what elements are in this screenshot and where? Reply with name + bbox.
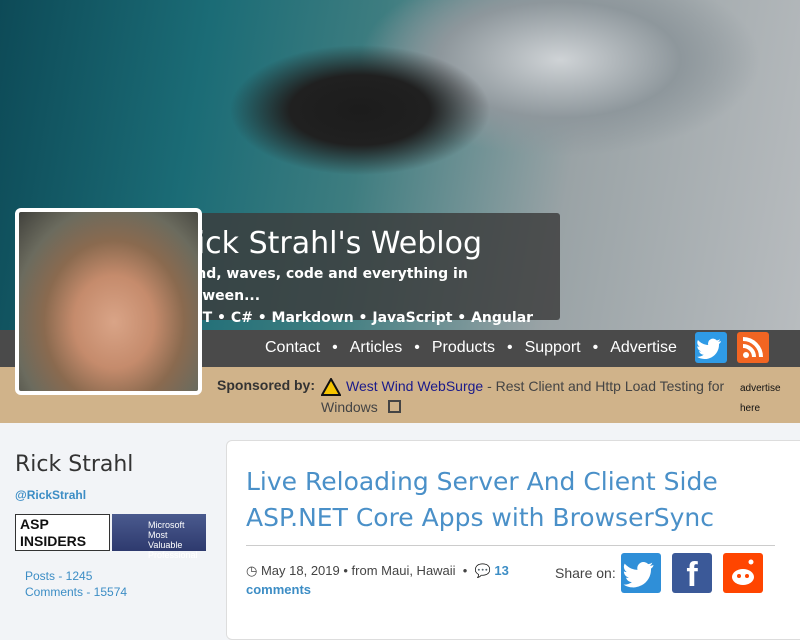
blog-topics: .NET • C# • Markdown • JavaScript • Angu… xyxy=(176,310,534,326)
websurge-logo-icon xyxy=(321,378,341,396)
nav-links: Contact • Articles • Products • Support • Ad… xyxy=(265,339,677,357)
blog-title-box: Rick Strahl's Weblog Wind, waves, code a… xyxy=(166,213,560,326)
rss-icon[interactable] xyxy=(737,332,769,363)
author-name: Rick Strahl xyxy=(15,452,134,477)
twitter-icon[interactable] xyxy=(695,332,727,363)
post-location: • from Maui, Hawaii xyxy=(343,563,456,578)
asp-insiders-badge[interactable]: ASP INSIDERS xyxy=(15,514,110,551)
sponsor-label: Sponsored by: xyxy=(217,377,316,393)
sponsor-link[interactable]: West Wind WebSurge xyxy=(346,378,483,394)
posts-count-link[interactable]: Posts - 1245 xyxy=(25,569,92,583)
post-meta: ◷ May 18, 2019 • from Maui, Hawaii • 💬 1… xyxy=(246,563,509,597)
author-avatar[interactable] xyxy=(15,208,202,395)
comment-icon: 💬 xyxy=(474,563,491,578)
mvp-badge[interactable]: Microsoft Most Valuable Professional xyxy=(112,514,206,560)
clock-icon: ◷ xyxy=(246,563,258,578)
nav-support[interactable]: Support xyxy=(525,339,581,357)
share-reddit-icon[interactable] xyxy=(723,553,763,593)
sponsor-text: West Wind WebSurge - Rest Client and Htt… xyxy=(321,376,731,418)
post-title[interactable]: Live Reloading Server And Client Side AS… xyxy=(246,464,786,536)
comments-count-link[interactable]: Comments - 15574 xyxy=(25,585,127,599)
nav-articles[interactable]: Articles xyxy=(350,339,402,357)
post-date: May 18, 2019 xyxy=(260,563,340,578)
share-twitter-icon[interactable] xyxy=(621,553,661,593)
blog-tagline: Wind, waves, code and everything in betw… xyxy=(176,266,468,304)
external-link-icon[interactable] xyxy=(387,400,401,413)
share-label: Share on: xyxy=(555,565,616,581)
nav-advertise[interactable]: Advertise xyxy=(610,339,677,357)
advertise-here-link[interactable]: advertise here xyxy=(740,379,790,419)
nav-products[interactable]: Products xyxy=(432,339,495,357)
twitter-handle-link[interactable]: @RickStrahl xyxy=(15,488,86,502)
share-facebook-icon[interactable]: f xyxy=(672,553,712,594)
nav-contact[interactable]: Contact xyxy=(265,339,320,357)
divider xyxy=(246,545,775,546)
blog-title[interactable]: Rick Strahl's Weblog xyxy=(176,225,550,263)
